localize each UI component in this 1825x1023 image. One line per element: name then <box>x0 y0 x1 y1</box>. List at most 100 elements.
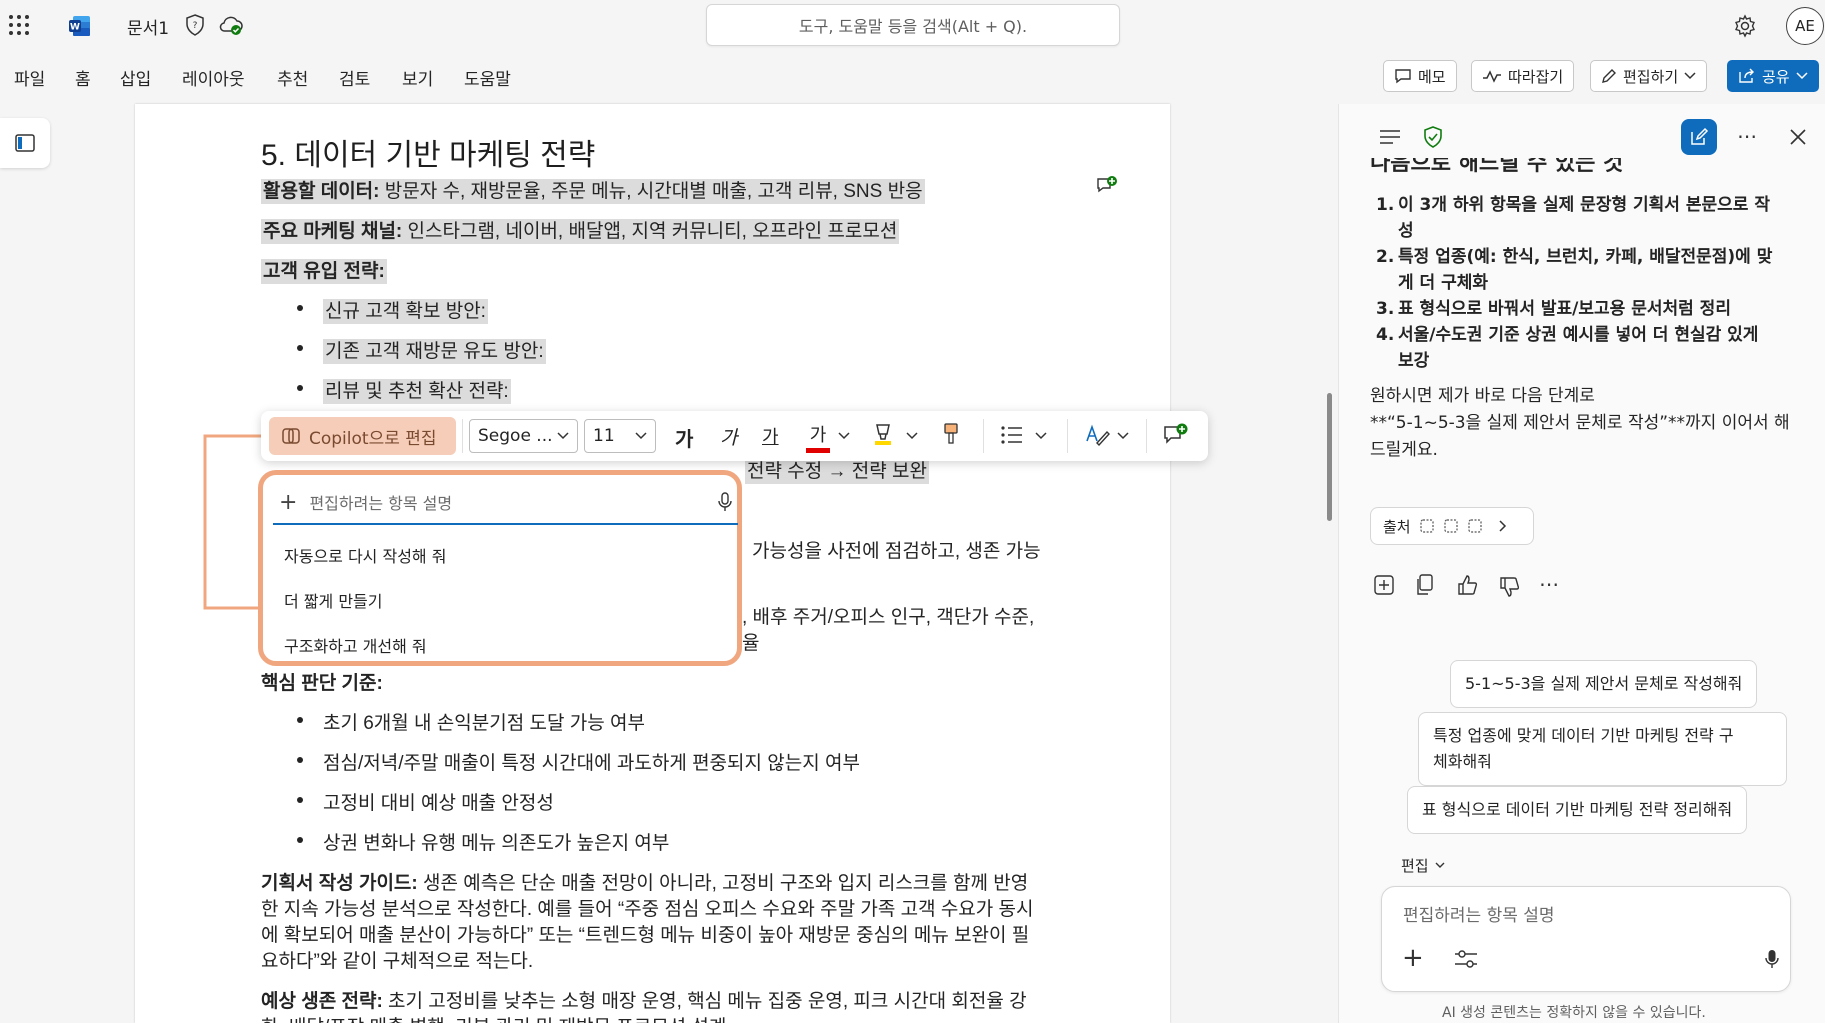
survival-paragraph: 예상 생존 전략: 초기 고정비를 낮추는 소형 매장 운영, 핵심 메뉴 집중… <box>261 991 1027 1012</box>
microphone-icon[interactable] <box>718 492 732 512</box>
microphone-icon[interactable] <box>1765 949 1779 969</box>
new-chat-button[interactable] <box>1681 119 1717 155</box>
font-color-button[interactable]: 가 <box>806 421 830 453</box>
copilot-edit-button[interactable]: Copilot으로 편집 <box>269 417 456 455</box>
chat-input-placeholder: 편집하려는 항목 설명 <box>1403 906 1555 926</box>
bullet <box>297 837 303 843</box>
format-painter-icon[interactable] <box>941 422 961 446</box>
chevron-right-icon <box>1499 520 1506 532</box>
list-number: 4. <box>1376 325 1395 345</box>
add-comment-icon[interactable] <box>1096 176 1118 196</box>
suggestion-chip[interactable]: 5-1~5-3을 실제 제안서 문체로 작성해줘 <box>1450 660 1758 708</box>
font-size-value: 11 <box>593 426 615 446</box>
chevron-down-icon[interactable] <box>906 432 918 440</box>
scrollbar[interactable] <box>1327 393 1332 521</box>
bullet-list-icon[interactable] <box>1000 424 1024 446</box>
comment-icon <box>1395 69 1411 84</box>
menu-icon[interactable] <box>1379 128 1401 146</box>
font-color-glyph: 가 <box>809 425 827 446</box>
bullet <box>297 797 303 803</box>
list-number: 1. <box>1376 195 1395 215</box>
chat-input-box[interactable]: 편집하려는 항목 설명 + <box>1381 886 1791 992</box>
share-button[interactable]: 공유 <box>1727 60 1819 92</box>
highlighter-icon[interactable] <box>872 422 894 446</box>
add-comment-icon[interactable] <box>1163 423 1189 447</box>
memo-button[interactable]: 메모 <box>1383 60 1457 92</box>
chevron-down-icon[interactable] <box>1117 432 1129 440</box>
copy-icon[interactable] <box>1416 574 1434 596</box>
svg-text:?: ? <box>193 21 198 31</box>
share-label: 공유 <box>1762 67 1790 86</box>
list-item: 초기 6개월 내 손익분기점 도달 가능 여부 <box>323 713 645 734</box>
chevron-down-icon[interactable] <box>1035 432 1047 440</box>
option-shorten[interactable]: 더 짧게 만들기 <box>284 588 383 612</box>
word-logo-icon[interactable]: W <box>68 14 92 38</box>
tab-insert[interactable]: 삽입 <box>120 65 151 90</box>
saved-cloud-icon[interactable] <box>218 14 244 36</box>
divider <box>983 419 984 453</box>
more-options-icon[interactable]: ⋯ <box>1539 572 1559 596</box>
app-launcher-icon[interactable] <box>8 14 30 36</box>
sidebar-toggle-icon <box>15 134 35 152</box>
mode-selector[interactable]: 편집 <box>1401 855 1445 876</box>
list-item: 1. 이 3개 하위 항목을 실제 문장형 기획서 본문으로 작성 <box>1376 192 1796 244</box>
styles-icon[interactable] <box>1085 423 1111 447</box>
thumbs-up-icon[interactable] <box>1456 574 1478 596</box>
more-options-icon[interactable]: ⋯ <box>1737 124 1757 148</box>
sources-button[interactable]: 출처 <box>1370 507 1534 545</box>
tab-review[interactable]: 검토 <box>339 65 370 90</box>
document-title[interactable]: 문서1 <box>127 14 169 39</box>
copilot-prompt-input[interactable]: + 편집하려는 항목 설명 <box>273 481 738 525</box>
thumbs-down-icon[interactable] <box>1498 576 1520 598</box>
close-icon[interactable] <box>1790 129 1806 145</box>
settings-gear-icon[interactable] <box>1733 14 1757 38</box>
list-item: 3. 표 형식으로 바꿔서 발표/보고용 문서처럼 정리 <box>1376 296 1796 322</box>
section-heading: 5. 데이터 기반 마케팅 전략 <box>261 139 596 172</box>
svg-text:W: W <box>70 23 80 33</box>
clipped-heading: 다음으로 해드릴 수 있는 것 <box>1370 158 1624 176</box>
inflow-line: 고객 유입 전략: <box>261 256 387 284</box>
tab-help[interactable]: 도움말 <box>464 65 511 90</box>
sensitivity-shield-icon[interactable]: ? <box>185 14 205 36</box>
bold-button[interactable]: 가 <box>675 423 693 452</box>
ribbon: 파일 홈 삽입 레이아웃 추천 검토 보기 도움말 메모 따라잡기 편집하기 공… <box>0 50 1825 104</box>
tab-layout[interactable]: 레이아웃 <box>182 65 245 90</box>
bullet <box>297 385 303 391</box>
navigation-pane-button[interactable] <box>0 118 50 168</box>
tab-home[interactable]: 홈 <box>75 65 91 90</box>
copilot-prompt-placeholder: 편집하려는 항목 설명 <box>309 494 453 513</box>
catch-up-button[interactable]: 따라잡기 <box>1471 60 1575 92</box>
search-input[interactable]: 도구, 도움말 등을 검색(Alt + Q). <box>706 4 1120 46</box>
plus-icon[interactable]: + <box>279 490 297 515</box>
tab-file[interactable]: 파일 <box>14 65 45 90</box>
ai-disclaimer: AI 생성 콘텐츠는 정확하지 않을 수 있습니다. <box>1442 1005 1706 1021</box>
suggestion-chip[interactable]: 특정 업종에 맞게 데이터 기반 마케팅 전략 구 체화해줘 <box>1418 712 1787 786</box>
editing-mode-button[interactable]: 편집하기 <box>1590 60 1708 92</box>
list-item: 리뷰 및 추천 확산 전략: <box>323 379 511 404</box>
plus-icon[interactable]: + <box>1402 943 1424 973</box>
protected-shield-icon <box>1424 126 1442 148</box>
memo-label: 메모 <box>1418 67 1446 86</box>
tab-view[interactable]: 보기 <box>402 65 433 90</box>
divider <box>1067 419 1068 453</box>
data-text: 방문자 수, 재방문율, 주문 메뉴, 시간대별 매출, 고객 리뷰, SNS … <box>379 181 923 202</box>
partial-text: 율 <box>742 633 760 654</box>
avatar[interactable]: AE <box>1786 7 1824 45</box>
mode-label: 편집 <box>1401 857 1429 875</box>
font-size-select[interactable]: 11 <box>584 419 656 453</box>
suggestion-chip[interactable]: 표 형식으로 데이터 기반 마케팅 전략 정리해줘 <box>1407 786 1748 834</box>
italic-button[interactable]: 가 <box>720 423 737 450</box>
font-family-select[interactable]: Segoe ... <box>469 419 578 453</box>
list-number: 3. <box>1376 299 1395 319</box>
option-restructure[interactable]: 구조화하고 개선해 줘 <box>284 633 427 657</box>
partial-text: , 배후 주거/오피스 인구, 객단가 수준, <box>742 607 1035 628</box>
option-rewrite[interactable]: 자동으로 다시 작성해 줘 <box>284 543 446 567</box>
underline-button[interactable]: 가 <box>762 423 779 449</box>
add-to-page-icon[interactable] <box>1374 575 1394 595</box>
share-icon <box>1739 68 1754 83</box>
chevron-down-icon <box>1796 72 1808 80</box>
tab-references[interactable]: 추천 <box>277 65 308 90</box>
settings-sliders-icon[interactable] <box>1454 949 1478 969</box>
chevron-down-icon[interactable] <box>838 432 850 440</box>
bullet <box>297 305 303 311</box>
